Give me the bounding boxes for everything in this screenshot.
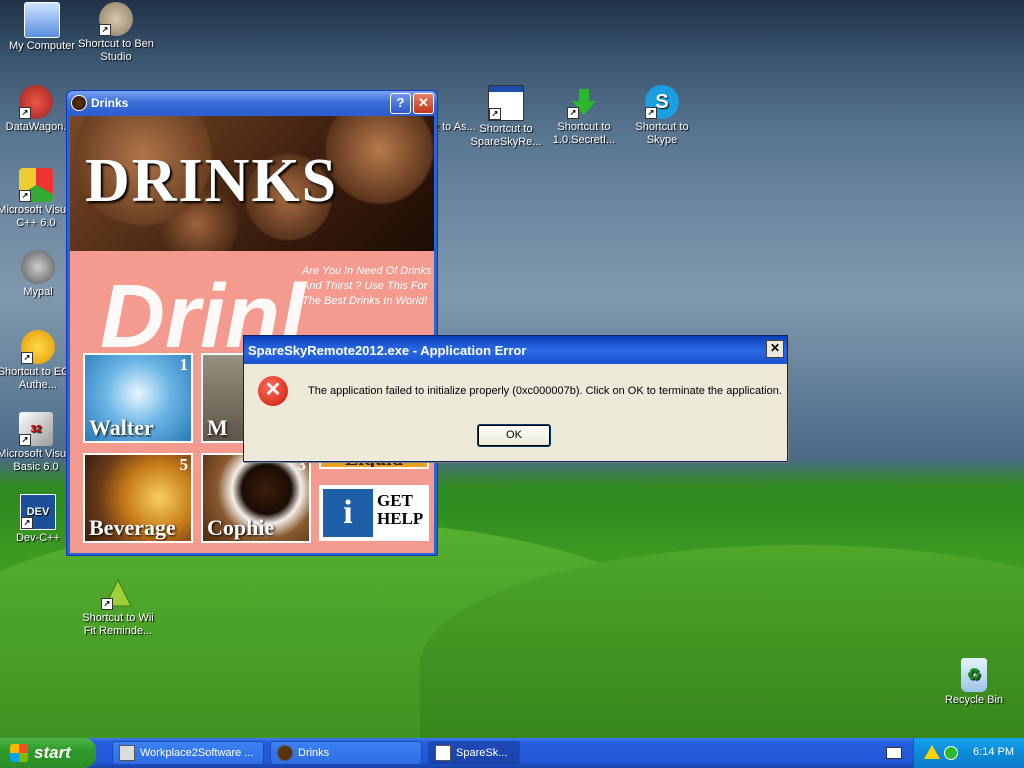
window-app-icon [435, 745, 451, 761]
sync-icon[interactable] [944, 746, 958, 760]
visual-cpp-icon: ↗ [19, 168, 53, 202]
drinks-window-title: Drinks [91, 96, 129, 110]
tagline: Are You In Need Of Drinks And Thirst ? U… [302, 265, 432, 307]
error-dialog-titlebar[interactable]: SpareSkyRemote2012.exe - Application Err… [244, 336, 787, 364]
get-help-label: GET HELP [377, 491, 424, 528]
triangle-icon: ↗ [101, 576, 135, 610]
tile-label: Walter [89, 415, 154, 440]
network-warning-icon[interactable] [924, 745, 940, 759]
taskbar-item-label: Workplace2Software ... [140, 747, 254, 759]
desktop-icon-spareskyremote[interactable]: ↗ Shortcut to SpareSkyRe... [464, 85, 548, 149]
app-icon [119, 745, 135, 761]
coffee-cup-icon [71, 95, 87, 111]
close-button[interactable]: ✕ [413, 92, 434, 114]
error-message: The application failed to initialize pro… [308, 385, 782, 397]
tile-label: Beverage [89, 515, 176, 540]
taskbar: start Workplace2Software ... Drinks Spar… [0, 738, 1024, 768]
info-icon: i [323, 489, 373, 537]
coffee-beans-banner: DRINKS [70, 116, 434, 251]
drinks-window[interactable]: Drinks ? ✕ DRINKS Drinl Are You In Need … [66, 90, 438, 556]
keyboard-icon[interactable] [886, 747, 902, 759]
ok-button[interactable]: OK [477, 424, 551, 447]
tile-get-help[interactable]: i GET HELP [319, 485, 429, 541]
tile-number: 1 [179, 355, 189, 374]
help-button[interactable]: ? [390, 92, 411, 114]
error-dialog[interactable]: SpareSkyRemote2012.exe - Application Err… [243, 335, 788, 462]
desktop-icon-wii-fit[interactable]: ↗ Shortcut to Wii Fit Reminde... [76, 576, 160, 638]
desktop-icon-skype[interactable]: S ↗ Shortcut to Skype [620, 85, 704, 147]
clock[interactable]: 6:14 PM [973, 746, 1014, 758]
recycle-bin-icon: ♻ [961, 658, 987, 692]
desktop-icon-my-computer[interactable]: My Computer [0, 2, 84, 53]
datawagon-icon: ↗ [19, 85, 53, 119]
tile-label: M [207, 415, 228, 440]
tile-beverage[interactable]: 5 Beverage [83, 453, 193, 543]
skype-icon: S ↗ [645, 85, 679, 119]
dev-cpp-icon: DEV ↗ [20, 494, 56, 530]
start-button[interactable]: start [0, 738, 96, 768]
tile-cophie[interactable]: 3 Cophie [201, 453, 311, 543]
taskbar-item-workplace[interactable]: Workplace2Software ... [112, 741, 264, 765]
taskbar-item-label: Drinks [298, 747, 330, 759]
computer-icon [24, 2, 60, 38]
taskbar-item-label: SpareSk... [456, 747, 508, 759]
window-app-icon: ↗ [488, 85, 524, 121]
desktop-icon-recycle-bin[interactable]: ♻ Recycle Bin [932, 658, 1016, 707]
drinks-titlebar[interactable]: Drinks ? ✕ [67, 91, 437, 115]
banner-title: DRINKS [85, 147, 339, 215]
windows-logo-icon [10, 744, 28, 762]
tile-walter[interactable]: 1 Walter [83, 353, 193, 443]
dog-icon: ↗ [99, 2, 133, 36]
dialog-close-button[interactable]: ✕ [766, 340, 784, 358]
desktop: My Computer ↗ Shortcut to Ben Studio ↗ D… [0, 0, 1024, 738]
download-arrow-icon: ↗ [567, 85, 601, 119]
start-label: start [34, 743, 71, 762]
taskbar-item-drinks[interactable]: Drinks [270, 741, 422, 765]
desktop-icon-secret[interactable]: ↗ Shortcut to 1.0.SecretI... [542, 85, 626, 147]
tile-number: 5 [179, 455, 189, 474]
tile-label: Cophie [207, 515, 275, 540]
taskbar-item-spareskyremote[interactable]: SpareSk... [428, 741, 520, 765]
desktop-icon-ben-studio[interactable]: ↗ Shortcut to Ben Studio [74, 2, 158, 64]
error-icon: ✕ [258, 376, 288, 406]
eoq-icon: ↗ [21, 330, 55, 364]
raccoon-icon [21, 250, 55, 284]
error-dialog-title: SpareSkyRemote2012.exe - Application Err… [248, 342, 527, 358]
visual-basic-icon: 32 ↗ [19, 412, 53, 446]
system-tray: 6:14 PM [913, 738, 1024, 768]
coffee-cup-icon [277, 745, 293, 761]
